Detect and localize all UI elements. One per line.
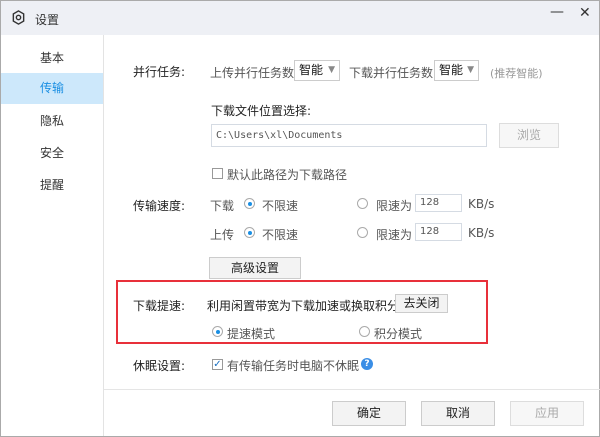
browse-button[interactable]: 浏览 xyxy=(499,123,559,148)
window-title: 设置 xyxy=(35,13,60,27)
gear-icon xyxy=(11,10,26,28)
upload-limit-label: 限速为 xyxy=(376,228,413,242)
ok-button[interactable]: 确定 xyxy=(332,401,406,426)
download-limit-input[interactable]: 128 xyxy=(415,194,462,212)
upload-parallel-value: 智能 xyxy=(299,63,324,77)
no-sleep-label: 有传输任务时电脑不休眠 xyxy=(227,359,360,373)
points-mode-label: 积分模式 xyxy=(374,327,423,341)
default-path-label: 默认此路径为下载路径 xyxy=(227,168,348,182)
boost-close-button[interactable]: 去关闭 xyxy=(395,294,448,313)
no-sleep-checkbox[interactable]: ✓ xyxy=(212,359,223,370)
default-path-checkbox[interactable] xyxy=(212,168,223,179)
sleep-settings-label: 休眠设置: xyxy=(133,359,186,373)
footer-divider xyxy=(104,389,600,390)
upload-parallel-select[interactable]: 智能 ▼ xyxy=(294,60,340,81)
sidebar-item-reminder[interactable]: 提醒 xyxy=(1,170,103,201)
download-parallel-label: 下载并行任务数 xyxy=(349,66,434,80)
transfer-speed-label: 传输速度: xyxy=(133,199,186,213)
help-icon[interactable]: ? xyxy=(361,358,373,370)
upload-parallel-label: 上传并行任务数 xyxy=(210,66,295,80)
upload-limit-input[interactable]: 128 xyxy=(415,223,462,241)
download-location-label: 下载文件位置选择: xyxy=(211,104,312,118)
download-unit: KB/s xyxy=(468,197,495,211)
download-limit-radio[interactable] xyxy=(357,198,368,209)
sidebar-item-security[interactable]: 安全 xyxy=(1,138,103,169)
close-button[interactable]: ✕ xyxy=(579,5,591,21)
title-bar[interactable]: 设置 — ✕ xyxy=(1,1,599,35)
points-mode-radio[interactable] xyxy=(359,326,370,337)
parallel-tasks-label: 并行任务: xyxy=(133,65,186,79)
download-boost-label: 下载提速: xyxy=(133,299,186,313)
upload-unlimited-label: 不限速 xyxy=(262,228,299,242)
sidebar: 基本 传输 隐私 安全 提醒 xyxy=(1,35,104,436)
upload-limit-radio[interactable] xyxy=(357,227,368,238)
apply-button[interactable]: 应用 xyxy=(510,401,584,426)
boost-description: 利用闲置带宽为下载加速或换取积分 xyxy=(207,299,400,313)
upload-speed-label: 上传 xyxy=(210,228,235,242)
chevron-down-icon: ▼ xyxy=(467,65,474,75)
speed-mode-radio[interactable] xyxy=(212,326,223,337)
speed-mode-label: 提速模式 xyxy=(227,327,276,341)
download-parallel-select[interactable]: 智能 ▼ xyxy=(434,60,479,81)
upload-unlimited-radio[interactable] xyxy=(244,227,255,238)
advanced-settings-button[interactable]: 高级设置 xyxy=(209,257,301,279)
download-speed-label: 下载 xyxy=(210,199,235,213)
download-path-input[interactable]: C:\Users\xl\Documents xyxy=(211,124,487,147)
upload-unit: KB/s xyxy=(468,226,495,240)
minimize-button[interactable]: — xyxy=(550,4,564,20)
download-unlimited-label: 不限速 xyxy=(262,199,299,213)
download-unlimited-radio[interactable] xyxy=(244,198,255,209)
download-parallel-value: 智能 xyxy=(439,63,464,77)
sidebar-item-transfer[interactable]: 传输 xyxy=(1,73,103,104)
sidebar-item-privacy[interactable]: 隐私 xyxy=(1,106,103,137)
cancel-button[interactable]: 取消 xyxy=(421,401,495,426)
settings-window: 设置 — ✕ 基本 传输 隐私 安全 提醒 并行任务: 上传并行任务数 智能 ▼ … xyxy=(0,0,600,437)
recommend-hint: (推荐智能) xyxy=(490,67,543,80)
download-limit-label: 限速为 xyxy=(376,199,413,213)
sidebar-item-basic[interactable]: 基本 xyxy=(1,43,103,74)
chevron-down-icon: ▼ xyxy=(328,65,335,75)
